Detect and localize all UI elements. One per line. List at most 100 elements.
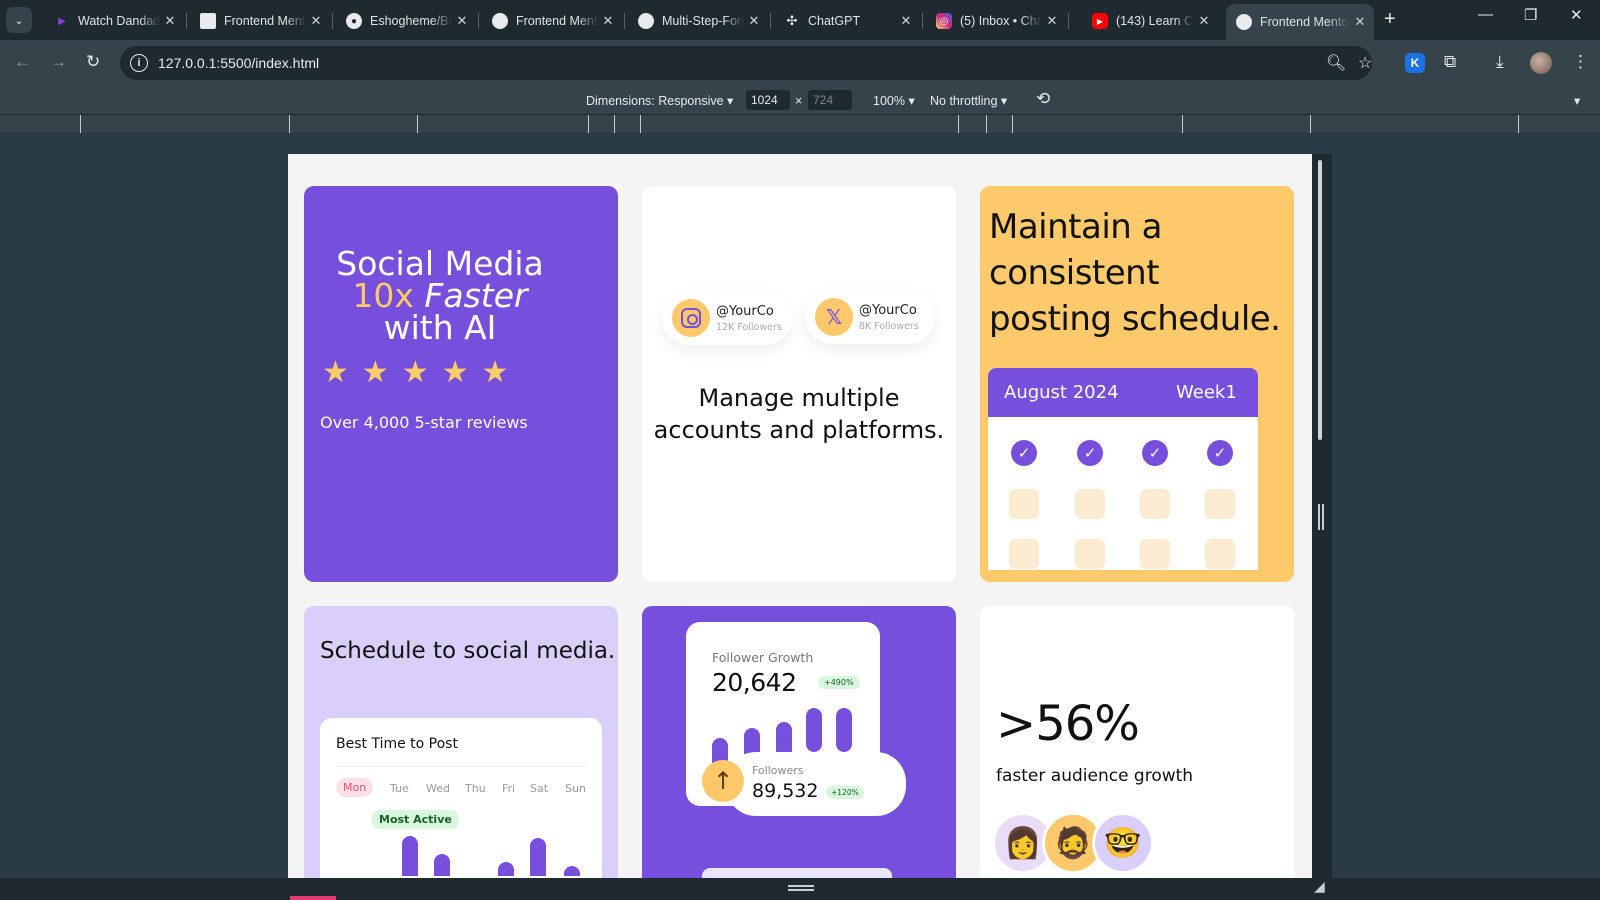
check-icon: ✓ (1142, 440, 1168, 466)
followers-widget: ↑ Followers 89,532 +120% (702, 752, 906, 816)
browser-toolbar: ← → ↻ i 127.0.0.1:5500/index.html 🔍︎ ☆ K… (0, 40, 1600, 86)
address-bar[interactable]: i 127.0.0.1:5500/index.html 🔍︎ ☆ (120, 46, 1372, 80)
account-followers: 12K Followers (716, 322, 782, 333)
schedule-social-heading: Schedule to social media. (320, 638, 616, 664)
arrow-up-icon: ↑ (702, 760, 744, 802)
hero-card: Social Media 10x Faster with AI ★ ★ ★ ★ … (304, 186, 618, 582)
extension-k-icon[interactable]: K (1405, 53, 1425, 73)
day-mon: Mon (336, 778, 374, 797)
day-wed: Wed (426, 782, 450, 795)
tab-title: (143) Learn CSS (1116, 14, 1194, 28)
forward-button[interactable]: → (50, 52, 67, 72)
tab-5[interactable]: Multi-Step-Form ✕ (628, 6, 768, 36)
tab-title: ChatGPT (808, 14, 861, 28)
close-icon[interactable]: ✕ (598, 13, 618, 29)
tab-3[interactable]: ● Eshogheme/Bento ✕ (336, 6, 476, 36)
calendar-header: August 2024 Week1 (988, 368, 1258, 417)
times-icon: × (795, 94, 803, 108)
zoom-select[interactable]: 100% ▾ (873, 93, 915, 108)
close-icon[interactable]: ✕ (1350, 14, 1370, 30)
throttling-label: No throttling (930, 94, 998, 108)
resize-handle-bottom[interactable] (788, 885, 814, 891)
calendar-slot (1075, 489, 1105, 519)
x-account-pill: 𝕏 @YourCo 8K Followers (805, 290, 935, 344)
calendar-slot (1140, 489, 1170, 519)
tab-2[interactable]: Frontend Mentor ✕ (190, 6, 330, 36)
hero-heading: Social Media 10x Faster with AI (304, 247, 576, 344)
day-thu: Thu (465, 782, 486, 795)
calendar-slot (1205, 489, 1235, 519)
tab-strip: ⌄ ▶ Watch Dandadan ✕ Frontend Mentor ✕ ●… (0, 0, 1600, 40)
caret-down-icon: ▾ (908, 94, 915, 108)
check-icon: ✓ (1011, 440, 1037, 466)
close-window-button[interactable]: ✕ (1570, 6, 1583, 24)
tab-title: (5) Inbox • Chats (960, 14, 1042, 28)
tab-search-button[interactable]: ⌄ (6, 7, 32, 33)
rotate-icon[interactable]: ⟲ (1036, 89, 1050, 109)
back-button[interactable]: ← (14, 52, 31, 72)
tab-8[interactable]: ▶ (143) Learn CSS ✕ (1082, 6, 1218, 36)
url-text[interactable]: 127.0.0.1:5500/index.html (158, 55, 319, 71)
close-icon[interactable]: ✕ (1194, 13, 1214, 29)
width-input[interactable]: 1024 (746, 90, 790, 110)
close-icon[interactable]: ✕ (160, 13, 180, 29)
frontend-mentor-icon (638, 13, 654, 29)
close-icon[interactable]: ✕ (1042, 13, 1062, 29)
x-logo-icon: 𝕏 (815, 298, 853, 336)
activity-bar (498, 862, 514, 876)
minimize-button[interactable]: — (1478, 6, 1493, 23)
account-followers: 8K Followers (859, 321, 919, 332)
media-query-ruler[interactable] (0, 114, 1600, 133)
tab-7[interactable]: ◎ (5) Inbox • Chats ✕ (926, 6, 1066, 36)
accounts-card: @YourCo 12K Followers 𝕏 @YourCo 8K Follo… (642, 186, 956, 582)
more-options-caret-icon[interactable]: ▾ (1574, 93, 1580, 108)
clipped-heading (702, 868, 892, 878)
tab-active[interactable]: Frontend Mentor ✕ (1226, 4, 1374, 40)
star-icon: ★ (322, 355, 349, 390)
activity-bar (530, 838, 546, 876)
close-icon[interactable]: ✕ (896, 13, 916, 29)
extensions-puzzle-icon[interactable]: ⧉ (1444, 52, 1456, 72)
chatgpt-icon: ✣ (786, 13, 798, 28)
tab-title: Frontend Mentor (1260, 15, 1350, 29)
tab-1[interactable]: ▶ Watch Dandadan ✕ (44, 6, 184, 36)
calendar-widget: August 2024 Week1 ✓ ✓ ✓ ✓ (988, 368, 1258, 570)
height-input[interactable]: 724 (808, 90, 852, 110)
dimensions-select[interactable]: Dimensions: Responsive ▾ (586, 93, 733, 108)
close-icon[interactable]: ✕ (744, 13, 764, 29)
tab-4[interactable]: Frontend Mentor ✕ (482, 6, 622, 36)
close-icon[interactable]: ✕ (306, 13, 326, 29)
bookmark-star-icon[interactable]: ☆ (1358, 53, 1372, 73)
download-icon[interactable]: ⤓ (1496, 52, 1504, 72)
star-icon: ★ (361, 355, 389, 390)
resize-corner-icon[interactable]: ◢ (1314, 878, 1325, 895)
instagram-icon (672, 299, 710, 337)
day-tue: Tue (390, 782, 409, 795)
check-icon: ✓ (1207, 440, 1233, 466)
profile-avatar[interactable] (1530, 52, 1552, 74)
growth-badge: +490% (818, 676, 860, 689)
account-handle: @YourCo (716, 304, 774, 319)
day-sun: Sun (565, 782, 586, 795)
activity-bar (564, 866, 580, 876)
resize-handle-right[interactable] (1318, 504, 1324, 530)
best-time-title: Best Time to Post (336, 736, 458, 752)
zoom-icon[interactable]: 🔍︎ (1326, 53, 1346, 73)
close-icon[interactable]: ✕ (452, 13, 472, 29)
site-info-icon[interactable]: i (130, 54, 148, 72)
scrollbar-thumb[interactable] (1318, 160, 1322, 440)
caret-down-icon: ▾ (727, 94, 734, 108)
tab-6[interactable]: ✣ ChatGPT ✕ (774, 6, 920, 36)
best-time-widget: Best Time to Post Mon Tue Wed Thu Fri Sa… (320, 718, 602, 878)
schedule-social-card: Schedule to social media. Best Time to P… (304, 606, 618, 878)
most-active-badge: Most Active (372, 810, 459, 829)
throttling-select[interactable]: No throttling ▾ (930, 93, 1007, 108)
menu-kebab-icon[interactable]: ⋮ (1572, 52, 1589, 72)
reload-button[interactable]: ↻ (86, 52, 100, 72)
restore-button[interactable]: ❐ (1524, 6, 1537, 24)
reviews-text: Over 4,000 5-star reviews (320, 413, 528, 432)
bottom-strip (0, 878, 1600, 900)
new-tab-button[interactable]: + (1384, 8, 1396, 31)
tab-title: Multi-Step-Form (662, 14, 744, 28)
instagram-icon: ◎ (936, 13, 952, 29)
